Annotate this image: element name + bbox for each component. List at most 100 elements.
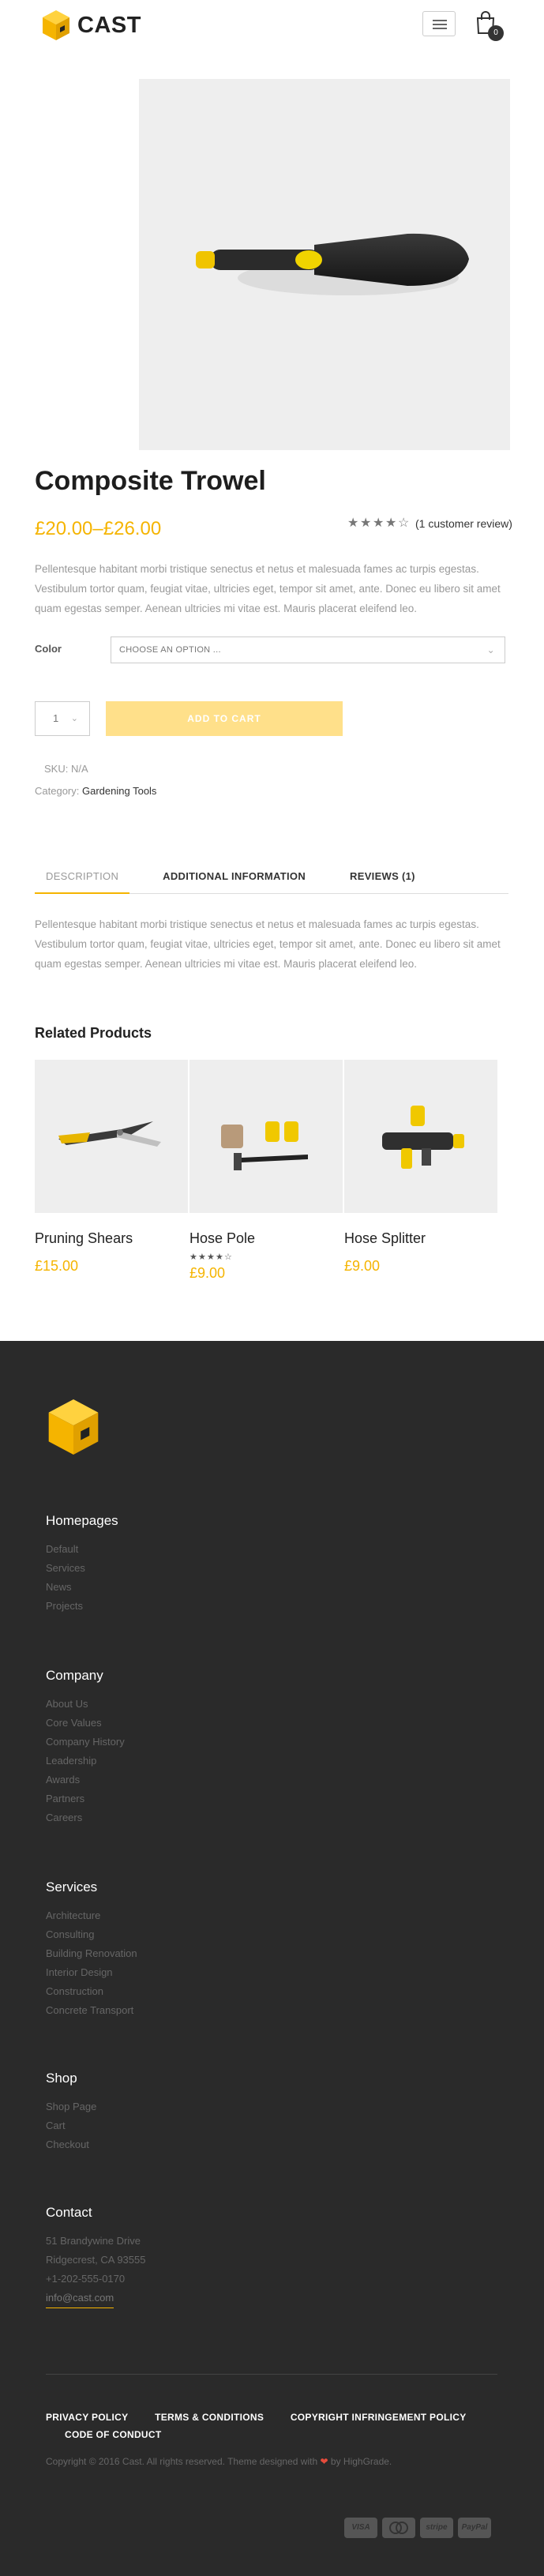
footer-link[interactable]: Checkout: [46, 2135, 96, 2154]
heart-icon: ❤: [320, 2456, 328, 2467]
footer-link[interactable]: Shop Page: [46, 2097, 96, 2116]
related-products-title: Related Products: [35, 1025, 152, 1041]
footer-link[interactable]: Default: [46, 1540, 118, 1559]
chevron-down-icon: ⌄: [70, 714, 78, 723]
footer-section-company: Company About Us Core Values Company His…: [46, 1668, 125, 1827]
footer-section-shop: Shop Shop Page Cart Checkout: [46, 2071, 96, 2154]
footer-link[interactable]: Concrete Transport: [46, 2001, 137, 2020]
related-product-card[interactable]: Pruning Shears £15.00: [35, 1060, 188, 1282]
tab-reviews[interactable]: REVIEWS (1): [339, 866, 426, 894]
product-short-description: Pellentesque habitant morbi tristique se…: [35, 563, 501, 614]
footer-link[interactable]: Partners: [46, 1789, 125, 1808]
footer-phone[interactable]: +1-202-555-0170: [46, 2270, 145, 2289]
pruning-shears-image: [58, 1121, 161, 1147]
related-product-rating: ★ ★ ★ ★ ☆: [189, 1253, 343, 1262]
copyright-text: Copyright © 2016 Cast. All rights reserv…: [46, 2456, 392, 2467]
related-product-card[interactable]: Hose Pole ★ ★ ★ ★ ☆ £9.00: [189, 1060, 343, 1282]
tab-additional-information[interactable]: ADDITIONAL INFORMATION: [152, 866, 317, 894]
footer-link[interactable]: News: [46, 1578, 118, 1597]
related-product-price: £9.00: [344, 1258, 381, 1274]
star-filled-icon: ★: [360, 516, 372, 530]
cube-logo-icon: [43, 10, 69, 40]
mastercard-circles-icon: [389, 2522, 408, 2534]
footer-email-link[interactable]: info@cast.com: [46, 2289, 114, 2308]
footer-heading: Contact: [46, 2205, 92, 2220]
star-filled-icon: ★: [347, 516, 359, 530]
footer-link[interactable]: Core Values: [46, 1714, 125, 1733]
related-product-price: £15.00: [35, 1258, 79, 1274]
paypal-icon: PayPal: [458, 2518, 491, 2538]
star-filled-icon: ★: [385, 516, 397, 530]
footer-address-line: Ridgecrest, CA 93555: [46, 2254, 146, 2266]
color-select-value: CHOOSE AN OPTION ...: [119, 645, 221, 655]
visa-icon: VISA: [344, 2518, 377, 2538]
mastercard-icon: [382, 2518, 415, 2538]
footer-heading: Shop: [46, 2071, 77, 2086]
cart-button[interactable]: 0: [475, 11, 504, 43]
copyright-text-end: by HighGrade.: [330, 2456, 392, 2467]
product-tabs: DESCRIPTION ADDITIONAL INFORMATION REVIE…: [35, 866, 508, 894]
related-product-name[interactable]: Hose Pole: [189, 1230, 343, 1247]
star-empty-icon: ☆: [398, 516, 410, 530]
footer-section-contact: Contact 51 Brandywine Drive Ridgecrest, …: [46, 2205, 145, 2308]
cube-logo-icon: [48, 1399, 99, 1455]
copyright-policy-link[interactable]: COPYRIGHT INFRINGEMENT POLICY: [291, 2412, 467, 2423]
footer-link[interactable]: Interior Design: [46, 1963, 137, 1982]
star-filled-icon: ★: [373, 516, 385, 530]
quantity-value: 1: [53, 712, 59, 724]
footer-heading: Company: [46, 1668, 103, 1683]
chevron-down-icon: ⌄: [486, 644, 495, 655]
site-footer: Homepages Default Services News Projects…: [0, 1341, 544, 2576]
footer-link[interactable]: Services: [46, 1559, 118, 1578]
footer-link[interactable]: Consulting: [46, 1925, 137, 1944]
product-sku: SKU: N/A: [44, 763, 88, 775]
stripe-icon: stripe: [420, 2518, 453, 2538]
related-product-image[interactable]: [344, 1060, 497, 1213]
footer-address-line: 51 Brandywine Drive: [46, 2235, 141, 2247]
footer-link[interactable]: Leadership: [46, 1752, 125, 1771]
related-product-image[interactable]: [189, 1060, 343, 1213]
related-product-name[interactable]: Pruning Shears: [35, 1230, 188, 1247]
privacy-policy-link[interactable]: PRIVACY POLICY: [46, 2412, 128, 2423]
footer-link[interactable]: Cart: [46, 2116, 96, 2135]
hamburger-menu-button[interactable]: [422, 11, 456, 36]
quantity-input[interactable]: 1 ⌄: [35, 701, 90, 736]
add-to-cart-button[interactable]: ADD TO CART: [106, 701, 343, 736]
footer-link[interactable]: About Us: [46, 1695, 125, 1714]
related-product-card[interactable]: Hose Splitter £9.00: [344, 1060, 497, 1282]
category-label: Category:: [35, 785, 80, 797]
terms-link[interactable]: TERMS & CONDITIONS: [155, 2412, 264, 2423]
footer-link[interactable]: Awards: [46, 1771, 125, 1789]
code-of-conduct-link[interactable]: CODE OF CONDUCT: [65, 2429, 162, 2440]
payment-methods: VISA stripe PayPal: [340, 2518, 491, 2538]
star-filled-icon: ★: [207, 1252, 215, 1262]
star-filled-icon: ★: [189, 1252, 197, 1262]
tab-description[interactable]: DESCRIPTION: [35, 866, 130, 894]
footer-heading: Services: [46, 1879, 98, 1894]
menu-line-icon: [433, 24, 447, 25]
star-filled-icon: ★: [216, 1252, 223, 1262]
category-link[interactable]: Gardening Tools: [82, 785, 156, 797]
cart-count-badge: 0: [488, 25, 504, 41]
related-products-grid: Pruning Shears £15.00 Hose Pole ★ ★ ★ ★ ☆ £9…: [35, 1060, 508, 1282]
footer-link[interactable]: Projects: [46, 1597, 118, 1616]
color-select[interactable]: CHOOSE AN OPTION ... ⌄: [111, 636, 505, 663]
menu-line-icon: [433, 28, 447, 29]
footer-link[interactable]: Architecture: [46, 1906, 137, 1925]
related-product-name[interactable]: Hose Splitter: [344, 1230, 497, 1247]
product-image[interactable]: [139, 79, 510, 450]
footer-link[interactable]: Careers: [46, 1808, 125, 1827]
footer-link[interactable]: Construction: [46, 1982, 137, 2001]
footer-section-homepages: Homepages Default Services News Projects: [46, 1513, 118, 1616]
footer-link[interactable]: Building Renovation: [46, 1944, 137, 1963]
star-empty-icon: ☆: [224, 1252, 232, 1262]
product-price: £20.00–£26.00: [35, 518, 162, 539]
related-product-image[interactable]: [35, 1060, 188, 1213]
site-logo[interactable]: CAST: [41, 9, 141, 42]
footer-logo[interactable]: [46, 1396, 101, 1462]
footer-legal-links: PRIVACY POLICY TERMS & CONDITIONS COPYRI…: [46, 2409, 520, 2443]
reviews-link[interactable]: (1 customer review): [415, 517, 512, 530]
footer-heading: Homepages: [46, 1513, 118, 1528]
logo-text: CAST: [77, 12, 141, 38]
footer-link[interactable]: Company History: [46, 1733, 125, 1752]
